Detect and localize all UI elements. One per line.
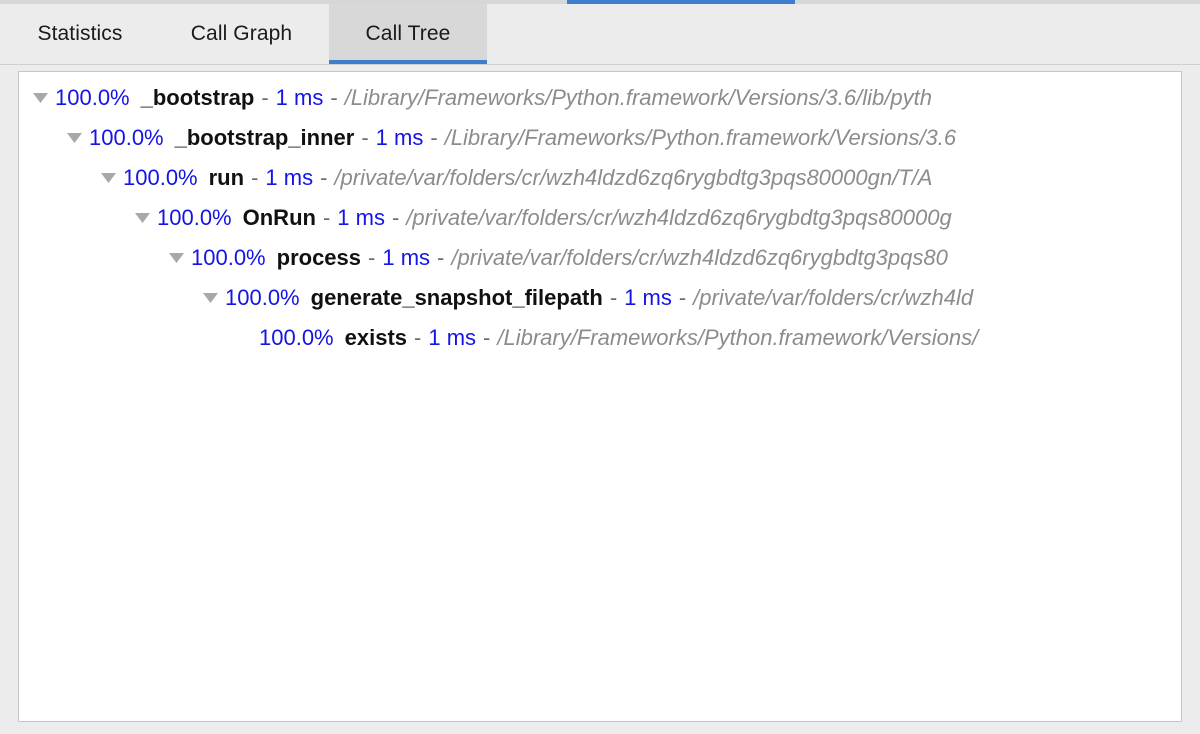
call-tree-row-path: /Library/Frameworks/Python.framework/Ver… xyxy=(497,325,978,351)
call-tree-row-separator: - xyxy=(368,245,375,271)
disclosure-triangle-down-icon[interactable] xyxy=(131,213,153,223)
call-tree-row-duration: 1 ms xyxy=(624,285,672,311)
call-tree-row-separator: - xyxy=(251,165,258,191)
call-tree-row-function: process xyxy=(277,245,361,271)
disclosure-spacer xyxy=(233,333,255,343)
call-tree-row-path: /private/var/folders/cr/wzh4ldzd6zq6rygb… xyxy=(406,205,951,231)
call-tree-row-separator: - xyxy=(330,85,337,111)
disclosure-triangle-down-icon[interactable] xyxy=(165,253,187,263)
call-tree-row[interactable]: 100.0%process-1 ms-/private/var/folders/… xyxy=(19,238,1181,278)
call-tree-row-duration: 1 ms xyxy=(382,245,430,271)
call-tree-row-path: /Library/Frameworks/Python.framework/Ver… xyxy=(345,85,932,111)
call-tree-row-duration: 1 ms xyxy=(265,165,313,191)
disclosure-triangle-down-icon[interactable] xyxy=(29,93,51,103)
call-tree-row-separator: - xyxy=(430,125,437,151)
call-tree-row[interactable]: 100.0%exists-1 ms-/Library/Frameworks/Py… xyxy=(19,318,1181,358)
call-tree-row[interactable]: 100.0%run-1 ms-/private/var/folders/cr/w… xyxy=(19,158,1181,198)
disclosure-triangle-down-icon[interactable] xyxy=(63,133,85,143)
call-tree-row-path: /private/var/folders/cr/wzh4ldzd6zq6rygb… xyxy=(451,245,948,271)
call-tree-row-percent: 100.0% xyxy=(157,205,232,231)
call-tree-row-separator: - xyxy=(261,85,268,111)
tab-active-underline xyxy=(329,60,487,64)
call-tree-row-function: run xyxy=(209,165,244,191)
call-tree-row-percent: 100.0% xyxy=(123,165,198,191)
call-tree-row[interactable]: 100.0%_bootstrap_inner-1 ms-/Library/Fra… xyxy=(19,118,1181,158)
call-tree-row-function: _bootstrap_inner xyxy=(175,125,355,151)
call-tree-row-separator: - xyxy=(679,285,686,311)
disclosure-triangle-down-icon[interactable] xyxy=(97,173,119,183)
call-tree-row-function: OnRun xyxy=(243,205,316,231)
call-tree: 100.0%_bootstrap-1 ms-/Library/Framework… xyxy=(19,78,1181,358)
tab-statistics[interactable]: Statistics xyxy=(6,4,154,64)
call-tree-row[interactable]: 100.0%_bootstrap-1 ms-/Library/Framework… xyxy=(19,78,1181,118)
call-tree-row-function: generate_snapshot_filepath xyxy=(311,285,603,311)
call-tree-row[interactable]: 100.0%generate_snapshot_filepath-1 ms-/p… xyxy=(19,278,1181,318)
call-tree-row-percent: 100.0% xyxy=(55,85,130,111)
call-tree-row-separator: - xyxy=(414,325,421,351)
tab-call-graph-label: Call Graph xyxy=(191,22,292,46)
call-tree-row-path: /private/var/folders/cr/wzh4ldzd6zq6rygb… xyxy=(334,165,932,191)
tab-call-tree[interactable]: Call Tree xyxy=(329,4,487,64)
tab-statistics-label: Statistics xyxy=(37,22,122,46)
call-tree-row-duration: 1 ms xyxy=(337,205,385,231)
call-tree-row-separator: - xyxy=(361,125,368,151)
call-tree-row-path: /Library/Frameworks/Python.framework/Ver… xyxy=(445,125,956,151)
call-tree-row-percent: 100.0% xyxy=(225,285,300,311)
tab-call-graph[interactable]: Call Graph xyxy=(154,4,329,64)
call-tree-panel-container: 100.0%_bootstrap-1 ms-/Library/Framework… xyxy=(0,65,1200,734)
call-tree-row-separator: - xyxy=(320,165,327,191)
call-tree-panel[interactable]: 100.0%_bootstrap-1 ms-/Library/Framework… xyxy=(18,71,1182,722)
call-tree-row-separator: - xyxy=(610,285,617,311)
tab-bar: Statistics Call Graph Call Tree xyxy=(0,4,1200,65)
tab-call-tree-label: Call Tree xyxy=(366,22,451,46)
disclosure-triangle-down-icon[interactable] xyxy=(199,293,221,303)
call-tree-row[interactable]: 100.0%OnRun-1 ms-/private/var/folders/cr… xyxy=(19,198,1181,238)
call-tree-row-function: _bootstrap xyxy=(141,85,255,111)
call-tree-row-path: /private/var/folders/cr/wzh4ld xyxy=(693,285,973,311)
call-tree-row-duration: 1 ms xyxy=(376,125,424,151)
call-tree-row-function: exists xyxy=(345,325,407,351)
call-tree-row-separator: - xyxy=(483,325,490,351)
call-tree-row-percent: 100.0% xyxy=(259,325,334,351)
call-tree-row-percent: 100.0% xyxy=(191,245,266,271)
call-tree-row-duration: 1 ms xyxy=(276,85,324,111)
call-tree-row-duration: 1 ms xyxy=(428,325,476,351)
call-tree-row-separator: - xyxy=(392,205,399,231)
call-tree-row-percent: 100.0% xyxy=(89,125,164,151)
call-tree-row-separator: - xyxy=(437,245,444,271)
call-tree-row-separator: - xyxy=(323,205,330,231)
